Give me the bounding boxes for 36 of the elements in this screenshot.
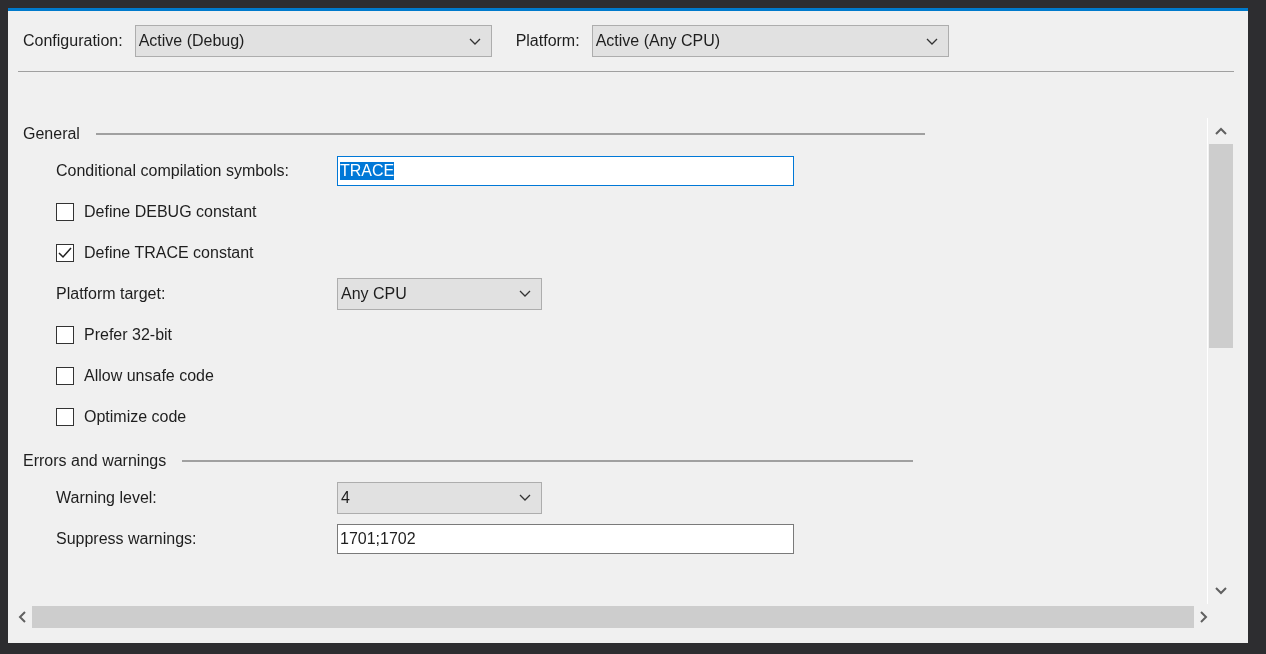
scroll-down-icon[interactable]: [1215, 587, 1227, 595]
section-title: Errors and warnings: [23, 452, 167, 470]
checkbox-label: Allow unsafe code: [84, 366, 214, 385]
field-label: Warning level:: [56, 488, 158, 507]
input-field[interactable]: 1701;1702: [337, 523, 794, 554]
checkbox[interactable]: [56, 202, 74, 221]
configuration-label: Configuration:: [23, 32, 123, 50]
dropdown[interactable]: 4: [337, 481, 542, 514]
field-label: Conditional compilation symbols:: [56, 161, 290, 180]
dropdown[interactable]: Any CPU: [337, 277, 542, 310]
checkmark-icon: [58, 246, 72, 259]
scrollbar-thumb[interactable]: [1209, 144, 1233, 348]
checkbox[interactable]: [56, 407, 74, 426]
configuration-dropdown[interactable]: Active (Debug): [134, 25, 492, 57]
scroll-right-icon[interactable]: [1200, 611, 1208, 623]
section-title: General: [23, 125, 80, 143]
field-label: Suppress warnings:: [56, 529, 198, 548]
scrollbar-thumb[interactable]: [32, 606, 1194, 628]
caret-icon: [519, 290, 531, 297]
scroll-left-icon[interactable]: [18, 611, 26, 623]
platform-dropdown[interactable]: Active (Any CPU): [591, 25, 949, 57]
input-field[interactable]: TRACE: [337, 155, 794, 186]
caret-icon: [925, 37, 938, 45]
horizontal-scrollbar[interactable]: [18, 604, 1208, 630]
caret-icon: [519, 494, 531, 501]
caret-icon: [468, 37, 481, 45]
checkbox[interactable]: [56, 366, 74, 385]
checkbox-label: Prefer 32-bit: [84, 325, 173, 344]
scroll-up-icon[interactable]: [1215, 127, 1227, 135]
checkbox-label: Define DEBUG constant: [84, 202, 257, 221]
platform-label: Platform:: [515, 32, 580, 50]
checkbox-label: Optimize code: [84, 407, 187, 426]
checkbox[interactable]: [56, 243, 74, 262]
checkbox[interactable]: [56, 325, 74, 344]
checkbox-label: Define TRACE constant: [84, 243, 254, 262]
field-label: Platform target:: [56, 284, 167, 303]
